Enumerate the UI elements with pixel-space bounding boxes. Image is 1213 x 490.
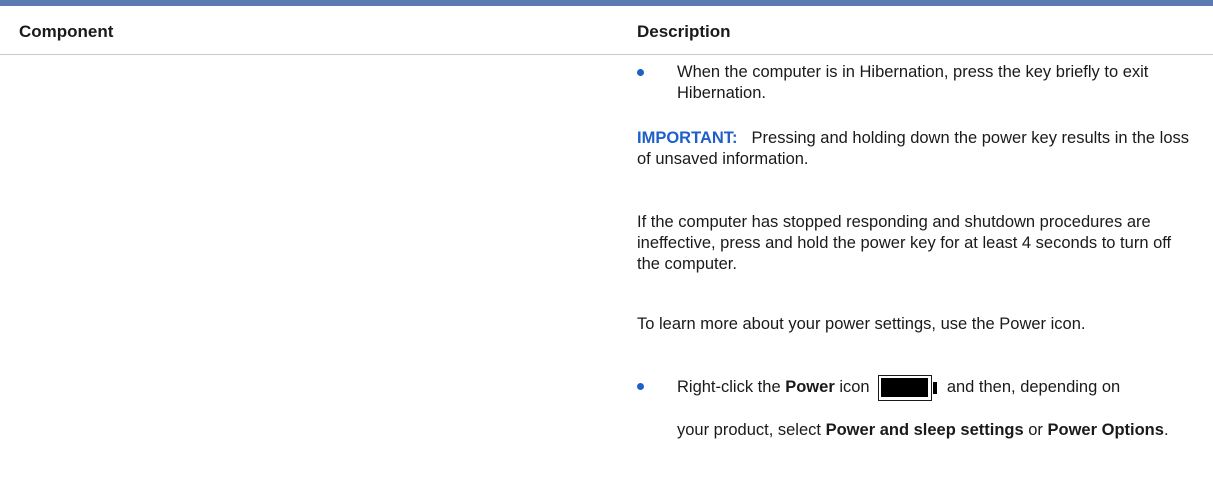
header-description: Description [637, 22, 731, 41]
bullet-text: When the computer is in Hibernation, pre… [677, 63, 1149, 102]
text-power-sleep-settings: Power and sleep settings [825, 421, 1024, 439]
text-power-options: Power Options [1047, 421, 1164, 439]
bullet-icon [637, 383, 644, 390]
important-note: IMPORTANT: Pressing and holding down the … [637, 128, 1197, 170]
text-power-bold: Power [785, 378, 835, 396]
header-component: Component [19, 22, 114, 41]
paragraph-learn-more: To learn more about your power settings,… [637, 315, 1086, 333]
paragraph-stopped-responding: If the computer has stopped responding a… [637, 213, 1172, 273]
text-right-click: Right-click the [677, 378, 781, 396]
text-icon-word: icon [839, 378, 870, 396]
text-period: . [1163, 421, 1169, 439]
component-table: Component Description When the computer … [0, 0, 1213, 490]
important-label: IMPORTANT: [637, 129, 738, 147]
bullet-icon [637, 69, 644, 76]
battery-power-icon [878, 374, 938, 401]
text-your-product: your product, select [677, 421, 821, 439]
table-header-row: Component Description [0, 6, 1213, 55]
bullet-text: Right-click the Power icon and then, dep… [677, 374, 1197, 441]
text-depending-on: and then, depending on [946, 378, 1121, 396]
text-or: or [1028, 421, 1043, 439]
